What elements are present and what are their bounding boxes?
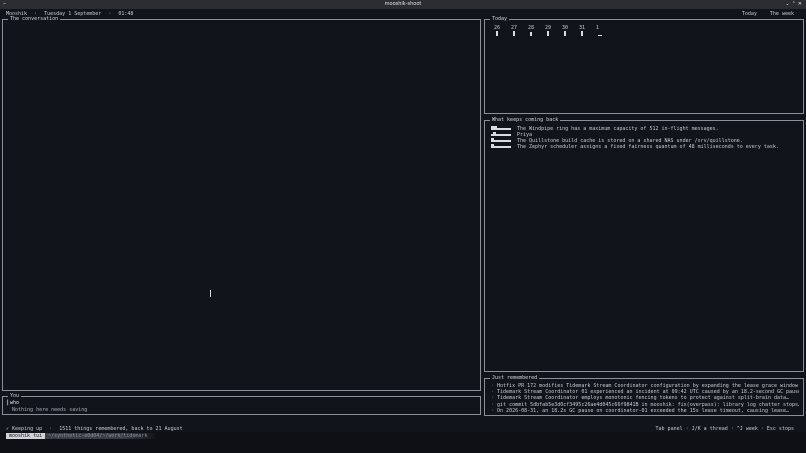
conversation-panel[interactable]: The conversation [2,16,481,391]
remembered-item-text: Tidemark Stream Coordinator employs mono… [497,395,790,402]
day-label: 28 [528,25,535,31]
remembered-item-text: On 2026-08-31, an 18.2s GC pause on coor… [497,407,790,414]
today-title: Today [490,16,510,23]
remembered-item-text: git commit 5dbfab5e3d0cf3495c26ae4d045c6… [497,401,799,408]
recurring-title: What keeps coming back [490,117,561,124]
window-title: mooshik-shoot [384,1,422,7]
remembered-item[interactable]: · git commit 5dbfab5e3d0cf3495c26ae4d045… [491,402,799,408]
remembered-item[interactable]: · On 2026-08-31, an 18.2s GC pause on co… [491,408,799,414]
conversation-title: The conversation [8,16,61,23]
recurrence-sparkline-icon [491,144,513,150]
day-activity-bar [496,31,498,36]
day-activity-bar [513,31,515,36]
header-nav: Today The week [742,11,794,17]
recurring-panel[interactable]: What keeps coming back The Windpipe ring… [484,117,804,372]
recurring-item[interactable]: The Windpipe ring has a maximum capacity… [517,126,719,132]
window-controls: ⌄⌃✕ [785,1,804,8]
remembered-panel[interactable]: Just remembered · Hotfix PR 172 modifies… [484,375,804,416]
message-input[interactable]: ▍who [7,400,19,406]
day-activity-bar [581,31,583,36]
header-time: 01:48 [118,11,134,17]
recurring-item[interactable]: The Zephyr scheduler assigns a fixed fai… [517,144,779,150]
day-activity-bar [547,31,549,36]
nav-today[interactable]: Today [742,11,757,17]
input-hint: Nothing here needs saving [12,407,88,413]
window-titlebar: – mooshik-shoot ⌄⌃✕ [0,0,806,9]
day-activity-bar [598,35,602,36]
tmux-window-path[interactable]: ~/synthetic-e0d04/~/work/tidemark [45,433,156,439]
text-cursor-icon [210,290,211,297]
remembered-title: Just remembered [490,375,540,382]
today-panel[interactable]: Today 26 27 28 29 30 31 1 [484,16,804,114]
header-separator: · [108,11,112,17]
input-panel[interactable]: You ▍who Nothing here needs saving [2,393,481,415]
remembered-item[interactable]: · Tidemark Stream Coordinator employs mo… [491,395,799,401]
input-title: You [8,393,22,400]
nav-the-week[interactable]: The week [770,11,794,17]
close-icon[interactable]: ✕ [798,1,804,7]
remembered-item-text: Hotfix PR 172 modifies Tidemark Stream C… [497,383,799,389]
day-activity-bar [530,32,532,36]
message-input-value: who [10,400,20,406]
tmux-status: mooshik tui ~/synthetic-e0d04/~/work/tide… [6,433,156,440]
remembered-item[interactable]: · Hotfix PR 172 modifies Tidemark Stream… [491,383,799,389]
remembered-item-text: Tidemark Stream Coordinator 01 experienc… [497,389,799,396]
day-activity-bar [564,31,566,36]
day-label: 1 [596,25,600,31]
tmux-window-active[interactable]: mooshik tui [6,433,46,439]
remembered-item[interactable]: · Tidemark Stream Coordinator 01 experie… [491,389,799,395]
